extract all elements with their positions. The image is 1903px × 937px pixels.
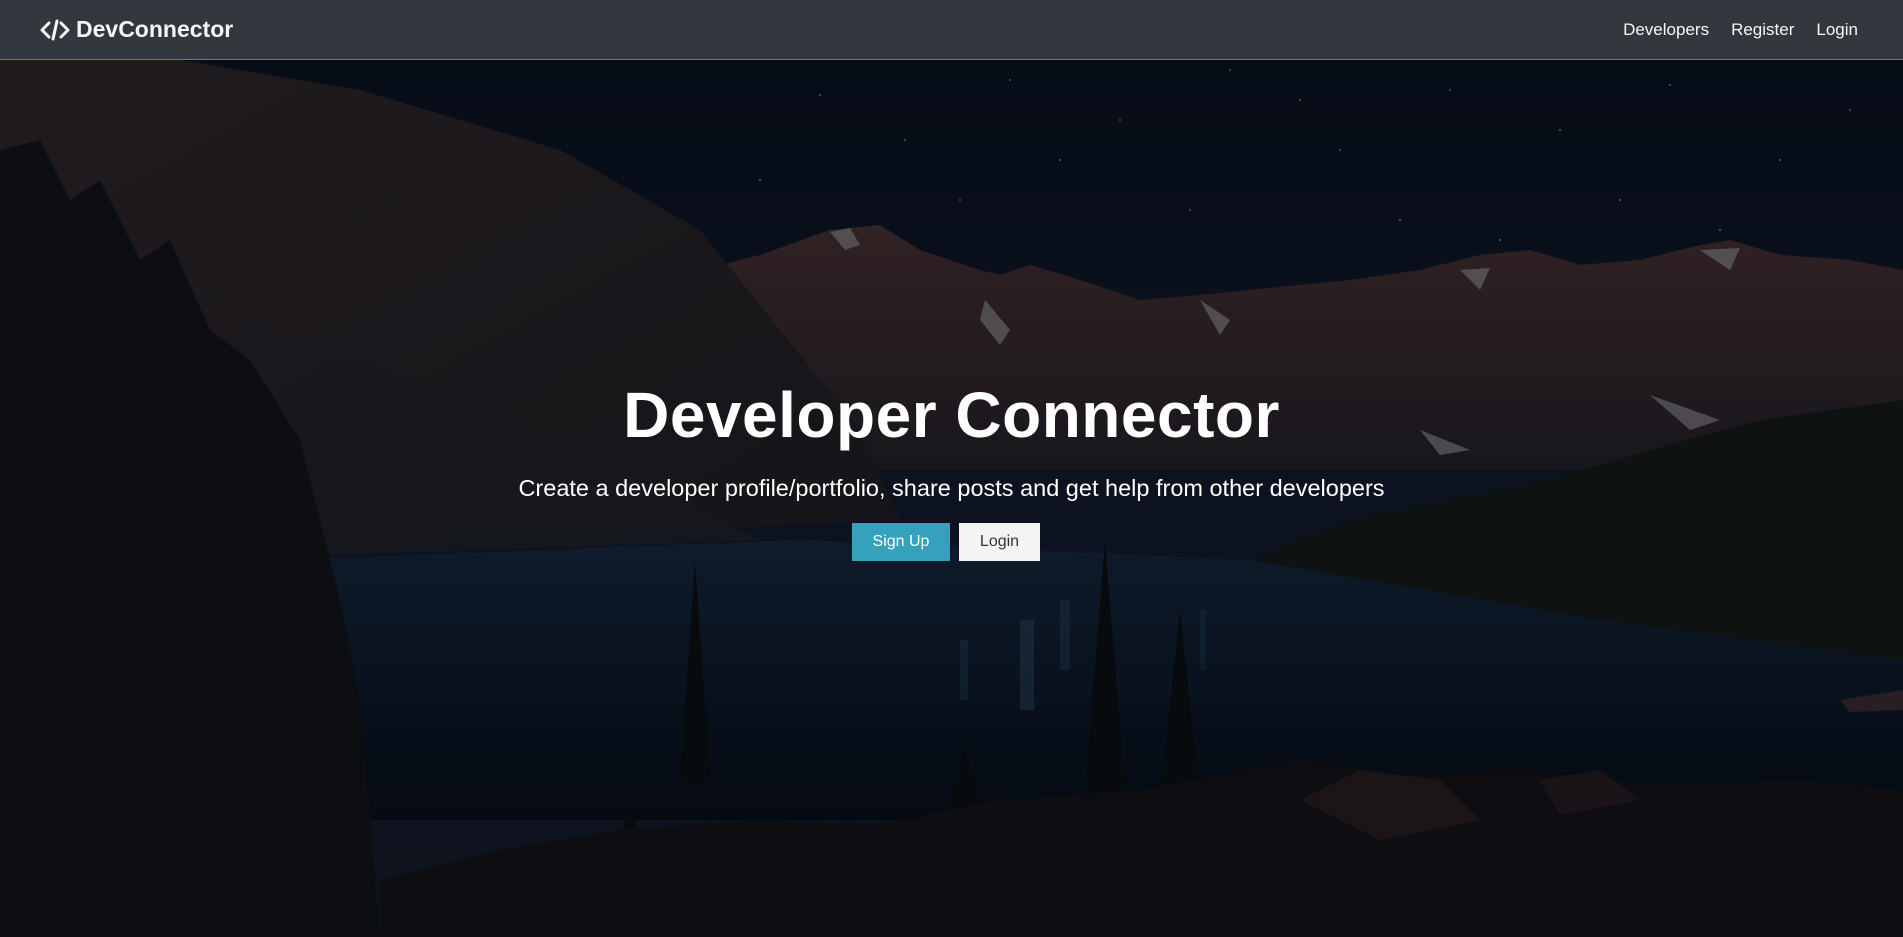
hero-section: Developer Connector Create a developer p…	[0, 0, 1903, 937]
hero-title: Developer Connector	[623, 379, 1280, 451]
nav-links: Developers Register Login	[1623, 20, 1858, 40]
brand-text: DevConnector	[76, 16, 234, 42]
navbar: DevConnector Developers Register Login	[0, 0, 1903, 60]
hero-lead: Create a developer profile/portfolio, sh…	[518, 475, 1385, 501]
nav-link-developers[interactable]: Developers	[1623, 20, 1709, 40]
landing-page: DevConnector Developers Register Login D…	[0, 0, 1903, 937]
sign-up-button[interactable]: Sign Up	[852, 523, 950, 561]
code-icon	[40, 18, 70, 42]
nav-link-register[interactable]: Register	[1731, 20, 1794, 40]
brand-link[interactable]: DevConnector	[40, 16, 233, 43]
login-button[interactable]: Login	[959, 523, 1040, 561]
hero-buttons: Sign Up Login	[852, 523, 1040, 561]
nav-link-login[interactable]: Login	[1816, 20, 1858, 40]
